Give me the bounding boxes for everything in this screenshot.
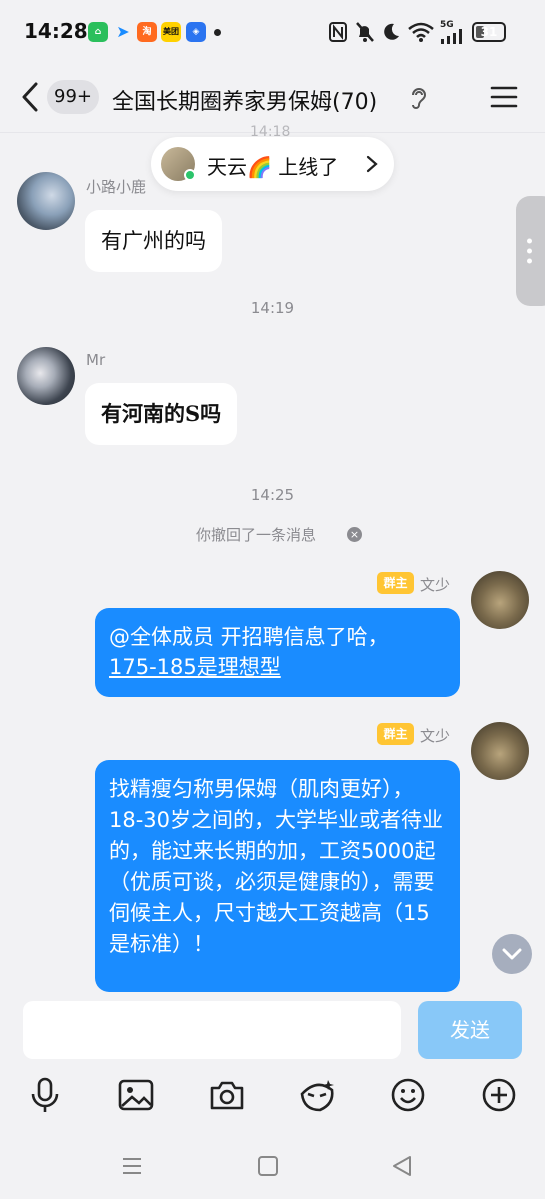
avatar[interactable] <box>471 722 529 780</box>
meituan-icon: 美团 <box>161 22 181 42</box>
send-button[interactable]: 发送 <box>418 1001 522 1059</box>
avatar[interactable] <box>17 172 75 230</box>
message-line: @全体成员 开招聘信息了哈， <box>109 625 389 649</box>
avatar[interactable] <box>471 571 529 629</box>
signal-icon <box>441 29 462 44</box>
message-bubble[interactable]: @全体成员 开招聘信息了哈， 175-185是理想型 <box>95 608 460 697</box>
message-link[interactable]: 175-185是理想型 <box>109 652 446 682</box>
battery-icon: 31 <box>472 22 506 42</box>
back-button[interactable] <box>16 80 44 114</box>
avatar[interactable] <box>17 347 75 405</box>
sender-name[interactable]: Mr <box>86 351 105 369</box>
unread-count-badge[interactable]: 99+ <box>47 80 99 114</box>
back-nav-icon[interactable] <box>390 1154 414 1178</box>
notification-dot-icon <box>214 29 221 36</box>
sender-name[interactable]: 文少 <box>420 725 450 746</box>
recall-notice: 你撤回了一条消息 <box>196 526 317 544</box>
ear-icon <box>412 88 427 109</box>
message-input[interactable] <box>23 1001 401 1059</box>
recent-apps-icon[interactable] <box>120 1154 144 1178</box>
chevron-down-icon <box>502 948 522 960</box>
battery-percent: 31 <box>480 25 498 39</box>
more-dots-icon <box>527 238 532 264</box>
plus-icon[interactable] <box>480 1076 518 1114</box>
status-time: 14:28 <box>24 19 88 43</box>
play-arrow-icon: ➤ <box>116 22 130 41</box>
sticker-face-icon[interactable] <box>298 1076 336 1114</box>
online-notification-text: 天云🌈 上线了 <box>207 155 339 179</box>
camera-icon[interactable] <box>208 1076 246 1114</box>
timestamp: 14:19 <box>250 299 295 317</box>
scroll-to-bottom-button[interactable] <box>492 934 532 974</box>
page-title[interactable]: 全国长期圈养家男保姆(70) <box>112 84 377 116</box>
online-status-icon <box>184 169 196 181</box>
mute-bell-icon <box>356 22 374 42</box>
emoji-icon[interactable] <box>389 1076 427 1114</box>
chevron-right-icon <box>366 155 378 173</box>
microphone-icon[interactable] <box>26 1076 64 1114</box>
sender-name[interactable]: 文少 <box>420 574 450 595</box>
close-icon[interactable]: × <box>347 527 362 542</box>
security-shield-icon: ◈ <box>186 22 206 42</box>
timestamp: 14:25 <box>250 486 295 504</box>
online-notification[interactable]: 天云🌈 上线了 <box>151 137 394 191</box>
message-bubble[interactable]: 找精瘦匀称男保姆（肌肉更好），18-30岁之间的，大学毕业或者待业的，能过来长期… <box>95 760 460 992</box>
taobao-icon: 淘 <box>137 22 157 42</box>
menu-icon[interactable] <box>490 84 518 110</box>
message-bubble[interactable]: 有广州的吗 <box>85 210 222 272</box>
moon-icon <box>384 23 399 40</box>
wifi-icon <box>408 22 434 42</box>
image-icon[interactable] <box>117 1076 155 1114</box>
sender-name[interactable]: 小路小鹿 <box>86 176 146 197</box>
message-bubble[interactable]: 有河南的S吗 <box>85 383 238 445</box>
nfc-icon <box>329 22 347 42</box>
owner-badge: 群主 <box>377 723 414 745</box>
owner-badge: 群主 <box>377 572 414 594</box>
home-icon[interactable] <box>256 1154 280 1178</box>
mi-home-icon: ⌂ <box>88 22 108 42</box>
